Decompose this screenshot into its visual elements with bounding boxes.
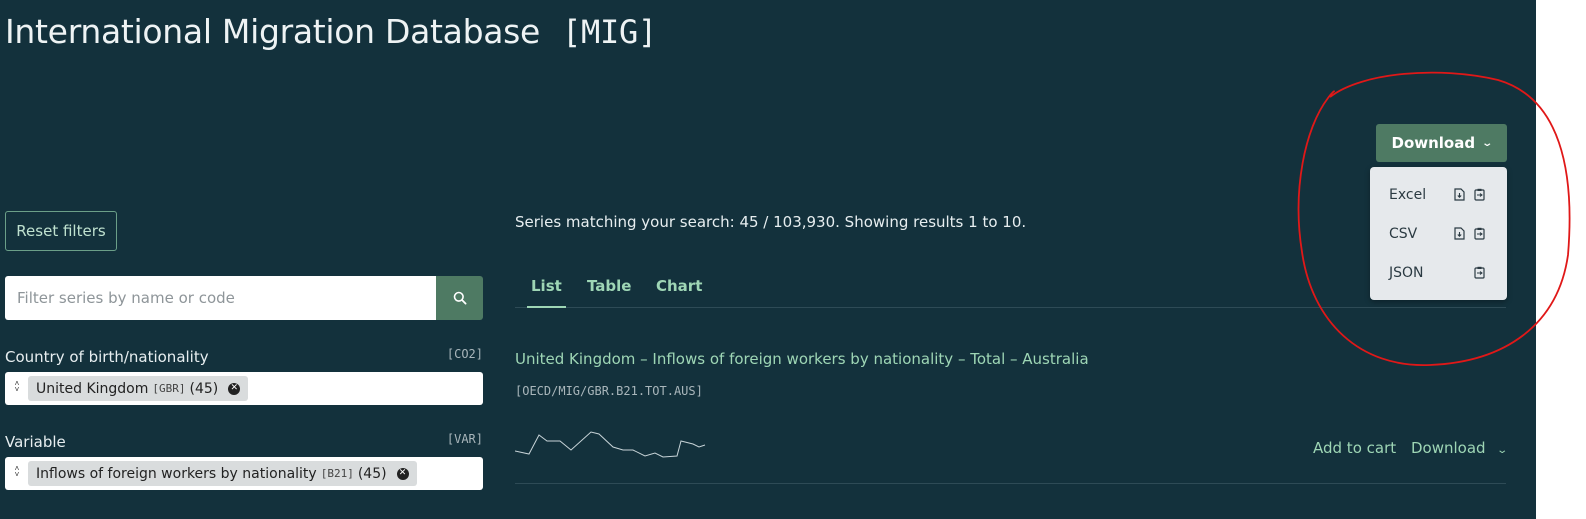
file-download-icon[interactable] (1454, 227, 1465, 240)
reset-filters-button[interactable]: Reset filters (5, 211, 117, 251)
page-title-text: International Migration Database (5, 12, 541, 51)
chip-label: Inflows of foreign workers by nationalit… (36, 465, 317, 482)
app-window: International Migration Database [MIG] Do… (0, 0, 1536, 519)
result-download-link[interactable]: Download ⌄ (1411, 439, 1509, 457)
filter-label-country: Country of birth/nationality (5, 348, 209, 366)
download-button-label: Download (1391, 134, 1476, 152)
sort-arrows-icon: ˄ ˅ (14, 464, 20, 479)
chevron-down-icon: ⌄ (1481, 137, 1494, 149)
chip-code: [GBR] (152, 382, 186, 395)
tab-table[interactable]: Table (587, 277, 631, 295)
clipboard-copy-icon[interactable] (1474, 227, 1485, 240)
country-select[interactable]: ˄ ˅ United Kingdom [GBR] (45) ✕ (5, 372, 483, 405)
result-divider (515, 483, 1506, 484)
clipboard-copy-icon[interactable] (1474, 188, 1485, 201)
chip-count: (45) (189, 380, 219, 397)
download-csv-item[interactable]: CSV (1389, 224, 1417, 244)
search-icon (453, 291, 466, 305)
result-title-link[interactable]: United Kingdom – Inflows of foreign work… (515, 350, 1089, 368)
tab-list[interactable]: List (527, 277, 566, 308)
sort-arrows-icon: ˄ ˅ (14, 379, 20, 394)
filter-chip-variable: Inflows of foreign workers by nationalit… (28, 461, 417, 486)
remove-chip-icon[interactable]: ✕ (228, 382, 241, 395)
results-summary: Series matching your search: 45 / 103,93… (515, 213, 1027, 231)
filter-code-country: [CO2] (446, 347, 483, 361)
result-download-label: Download (1411, 439, 1486, 457)
filter-chip-country: United Kingdom [GBR] (45) ✕ (28, 376, 249, 401)
chip-code: [B21] (320, 467, 354, 480)
file-download-icon[interactable] (1454, 188, 1465, 201)
dataset-code: [MIG] (562, 13, 657, 51)
search-button[interactable] (436, 276, 483, 320)
result-series-code: [OECD/MIG/GBR.B21.TOT.AUS] (515, 384, 703, 398)
remove-chip-icon[interactable]: ✕ (396, 467, 409, 480)
chip-count: (45) (357, 465, 387, 482)
view-tabs: List Table Chart (515, 275, 1506, 308)
search-input[interactable] (5, 276, 436, 320)
chip-label: United Kingdom (36, 380, 149, 397)
download-excel-item[interactable]: Excel (1389, 185, 1426, 205)
add-to-cart-link[interactable]: Add to cart (1313, 439, 1396, 457)
result-sparkline (515, 431, 706, 458)
download-button[interactable]: Download ⌄ (1376, 124, 1507, 162)
filter-label-variable: Variable (5, 433, 66, 451)
tab-chart[interactable]: Chart (656, 277, 702, 295)
chevron-down-icon: ⌄ (1496, 445, 1509, 456)
page-title: International Migration Database [MIG] (5, 12, 657, 51)
variable-select[interactable]: ˄ ˅ Inflows of foreign workers by nationa… (5, 457, 483, 490)
filter-code-variable: [VAR] (446, 432, 483, 446)
